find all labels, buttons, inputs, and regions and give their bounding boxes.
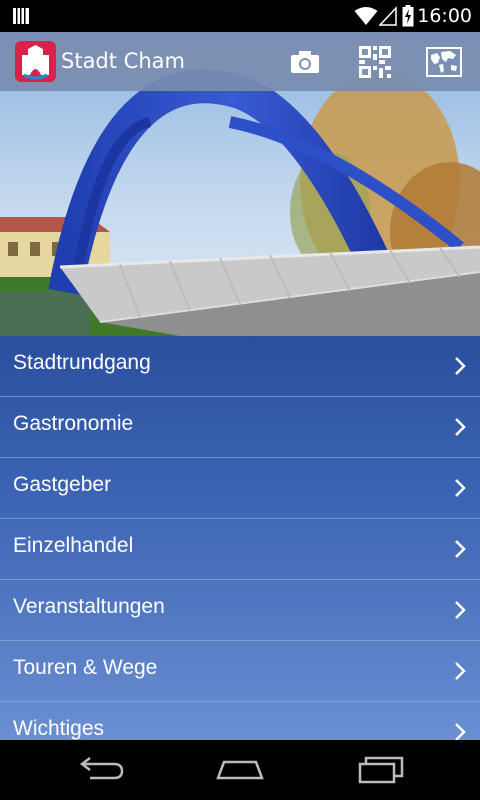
back-button[interactable]: [70, 754, 130, 786]
main-menu: Stadtrundgang Gastronomie Gastgeber Einz…: [0, 336, 480, 740]
action-bar: Stadt Cham: [0, 32, 480, 91]
recent-apps-icon: [358, 756, 404, 784]
navigation-bar: [0, 740, 480, 800]
menu-item-label: Stadtrundgang: [13, 351, 151, 374]
notification-icon: [13, 8, 29, 24]
chevron-right-icon: [455, 357, 466, 375]
status-time: 16:00: [417, 5, 472, 27]
menu-item-label: Gastgeber: [13, 473, 112, 496]
status-bar: 16:00: [0, 0, 480, 32]
app-title: Stadt Cham: [61, 49, 185, 73]
menu-item-label: Wichtiges: [13, 717, 105, 740]
chevron-right-icon: [455, 662, 466, 680]
camera-button[interactable]: [287, 44, 323, 80]
camera-icon: [291, 51, 319, 73]
menu-item-einzelhandel[interactable]: Einzelhandel: [0, 519, 480, 580]
wifi-icon: [354, 7, 378, 25]
menu-item-gastronomie[interactable]: Gastronomie: [0, 397, 480, 458]
chevron-right-icon: [455, 723, 466, 740]
menu-item-label: Gastronomie: [13, 412, 134, 435]
map-icon: [426, 47, 462, 77]
menu-item-stadtrundgang[interactable]: Stadtrundgang: [0, 336, 480, 397]
screen: 16:00 Stadt Cham Stadtrundgang Gastronom…: [0, 0, 480, 800]
menu-item-label: Touren & Wege: [13, 656, 158, 679]
battery-charging-icon: [402, 5, 414, 27]
signal-icon: [379, 6, 397, 26]
chevron-right-icon: [455, 479, 466, 497]
home-button[interactable]: [210, 754, 270, 786]
map-button[interactable]: [426, 44, 462, 80]
chevron-right-icon: [455, 601, 466, 619]
home-icon: [216, 760, 264, 780]
menu-item-label: Einzelhandel: [13, 534, 134, 557]
menu-item-veranstaltungen[interactable]: Veranstaltungen: [0, 580, 480, 641]
menu-item-gastgeber[interactable]: Gastgeber: [0, 458, 480, 519]
recent-apps-button[interactable]: [352, 754, 412, 786]
chevron-right-icon: [455, 540, 466, 558]
city-logo-icon[interactable]: [15, 41, 56, 82]
menu-item-wichtiges[interactable]: Wichtiges: [0, 702, 480, 740]
qr-code-icon: [359, 46, 391, 78]
back-icon: [79, 757, 124, 780]
chevron-right-icon: [455, 418, 466, 436]
qr-scan-button[interactable]: [357, 44, 393, 80]
menu-item-label: Veranstaltungen: [13, 595, 165, 618]
menu-item-touren-wege[interactable]: Touren & Wege: [0, 641, 480, 702]
